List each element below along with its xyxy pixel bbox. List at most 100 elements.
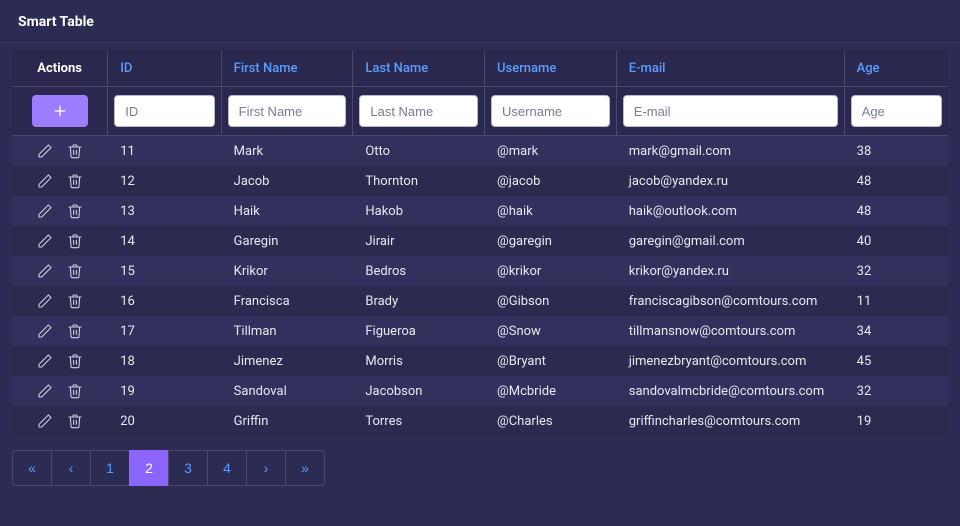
trash-icon bbox=[67, 353, 83, 369]
table-row: 11MarkOtto@markmark@gmail.com38 bbox=[12, 136, 948, 166]
table-row: 15KrikorBedros@krikorkrikor@yandex.ru32 bbox=[12, 256, 948, 286]
page-1[interactable]: 1 bbox=[90, 450, 130, 486]
cell-username: @Bryant bbox=[485, 346, 617, 376]
cell-last-name: Jirair bbox=[353, 226, 485, 256]
edit-button[interactable] bbox=[37, 353, 53, 369]
filter-age[interactable] bbox=[851, 95, 942, 127]
smart-table-card: Smart Table Actions ID First Name Last N… bbox=[0, 0, 960, 500]
cell-email: griffincharles@comtours.com bbox=[617, 406, 845, 436]
table-filter-row bbox=[12, 87, 948, 136]
pencil-icon bbox=[37, 323, 53, 339]
cell-email: mark@gmail.com bbox=[617, 136, 845, 166]
cell-last-name: Otto bbox=[353, 136, 485, 166]
filter-id[interactable] bbox=[114, 95, 214, 127]
edit-button[interactable] bbox=[37, 173, 53, 189]
edit-button[interactable] bbox=[37, 383, 53, 399]
cell-first-name: Haik bbox=[222, 196, 354, 226]
trash-icon bbox=[67, 203, 83, 219]
table-row: 17TillmanFigueroa@Snowtillmansnow@comtou… bbox=[12, 316, 948, 346]
cell-age: 34 bbox=[845, 316, 948, 346]
cell-age: 32 bbox=[845, 256, 948, 286]
data-table: Actions ID First Name Last Name Username… bbox=[12, 51, 948, 436]
table-row: 14GareginJirair@garegingaregin@gmail.com… bbox=[12, 226, 948, 256]
col-age[interactable]: Age bbox=[845, 51, 948, 87]
page-3[interactable]: 3 bbox=[168, 450, 208, 486]
delete-button[interactable] bbox=[67, 233, 83, 249]
delete-button[interactable] bbox=[67, 143, 83, 159]
pencil-icon bbox=[37, 143, 53, 159]
col-username[interactable]: Username bbox=[485, 51, 617, 87]
delete-button[interactable] bbox=[67, 413, 83, 429]
table-row: 20GriffinTorres@Charlesgriffincharles@co… bbox=[12, 406, 948, 436]
trash-icon bbox=[67, 413, 83, 429]
col-last-name[interactable]: Last Name bbox=[353, 51, 485, 87]
table-wrap: Actions ID First Name Last Name Username… bbox=[0, 43, 960, 440]
page-last[interactable]: » bbox=[285, 450, 325, 486]
cell-first-name: Jimenez bbox=[222, 346, 354, 376]
card-title: Smart Table bbox=[0, 0, 960, 43]
add-button[interactable] bbox=[32, 95, 88, 127]
cell-first-name: Sandoval bbox=[222, 376, 354, 406]
cell-id: 14 bbox=[108, 226, 221, 256]
plus-icon bbox=[52, 103, 68, 119]
cell-email: jimenezbryant@comtours.com bbox=[617, 346, 845, 376]
cell-last-name: Figueroa bbox=[353, 316, 485, 346]
edit-button[interactable] bbox=[37, 233, 53, 249]
page-next[interactable]: › bbox=[246, 450, 286, 486]
cell-first-name: Garegin bbox=[222, 226, 354, 256]
delete-button[interactable] bbox=[67, 323, 83, 339]
cell-first-name: Francisca bbox=[222, 286, 354, 316]
cell-email: sandovalmcbride@comtours.com bbox=[617, 376, 845, 406]
filter-first-name[interactable] bbox=[228, 95, 347, 127]
edit-button[interactable] bbox=[37, 143, 53, 159]
col-first-name[interactable]: First Name bbox=[222, 51, 354, 87]
col-email[interactable]: E-mail bbox=[617, 51, 845, 87]
cell-last-name: Hakob bbox=[353, 196, 485, 226]
delete-button[interactable] bbox=[67, 353, 83, 369]
cell-username: @garegin bbox=[485, 226, 617, 256]
cell-age: 11 bbox=[845, 286, 948, 316]
cell-last-name: Bedros bbox=[353, 256, 485, 286]
filter-last-name[interactable] bbox=[359, 95, 478, 127]
col-actions: Actions bbox=[12, 51, 108, 87]
filter-username[interactable] bbox=[491, 95, 610, 127]
edit-button[interactable] bbox=[37, 203, 53, 219]
cell-first-name: Mark bbox=[222, 136, 354, 166]
cell-username: @Charles bbox=[485, 406, 617, 436]
edit-button[interactable] bbox=[37, 263, 53, 279]
page-2[interactable]: 2 bbox=[129, 450, 169, 486]
delete-button[interactable] bbox=[67, 263, 83, 279]
page-prev[interactable]: ‹ bbox=[51, 450, 91, 486]
trash-icon bbox=[67, 323, 83, 339]
cell-first-name: Jacob bbox=[222, 166, 354, 196]
cell-first-name: Krikor bbox=[222, 256, 354, 286]
pagination: «‹1234›» bbox=[0, 440, 960, 490]
cell-username: @Snow bbox=[485, 316, 617, 346]
delete-button[interactable] bbox=[67, 293, 83, 309]
cell-last-name: Torres bbox=[353, 406, 485, 436]
cell-id: 11 bbox=[108, 136, 221, 166]
cell-username: @Mcbride bbox=[485, 376, 617, 406]
delete-button[interactable] bbox=[67, 203, 83, 219]
trash-icon bbox=[67, 263, 83, 279]
delete-button[interactable] bbox=[67, 173, 83, 189]
filter-email[interactable] bbox=[623, 95, 838, 127]
cell-age: 48 bbox=[845, 196, 948, 226]
cell-id: 16 bbox=[108, 286, 221, 316]
table-row: 12JacobThornton@jacobjacob@yandex.ru48 bbox=[12, 166, 948, 196]
cell-first-name: Tillman bbox=[222, 316, 354, 346]
cell-username: @haik bbox=[485, 196, 617, 226]
pencil-icon bbox=[37, 293, 53, 309]
edit-button[interactable] bbox=[37, 413, 53, 429]
pencil-icon bbox=[37, 383, 53, 399]
page-4[interactable]: 4 bbox=[207, 450, 247, 486]
page-first[interactable]: « bbox=[12, 450, 52, 486]
edit-button[interactable] bbox=[37, 293, 53, 309]
col-id[interactable]: ID bbox=[108, 51, 221, 87]
table-row: 13HaikHakob@haikhaik@outlook.com48 bbox=[12, 196, 948, 226]
edit-button[interactable] bbox=[37, 323, 53, 339]
cell-age: 19 bbox=[845, 406, 948, 436]
delete-button[interactable] bbox=[67, 383, 83, 399]
pencil-icon bbox=[37, 233, 53, 249]
cell-id: 17 bbox=[108, 316, 221, 346]
